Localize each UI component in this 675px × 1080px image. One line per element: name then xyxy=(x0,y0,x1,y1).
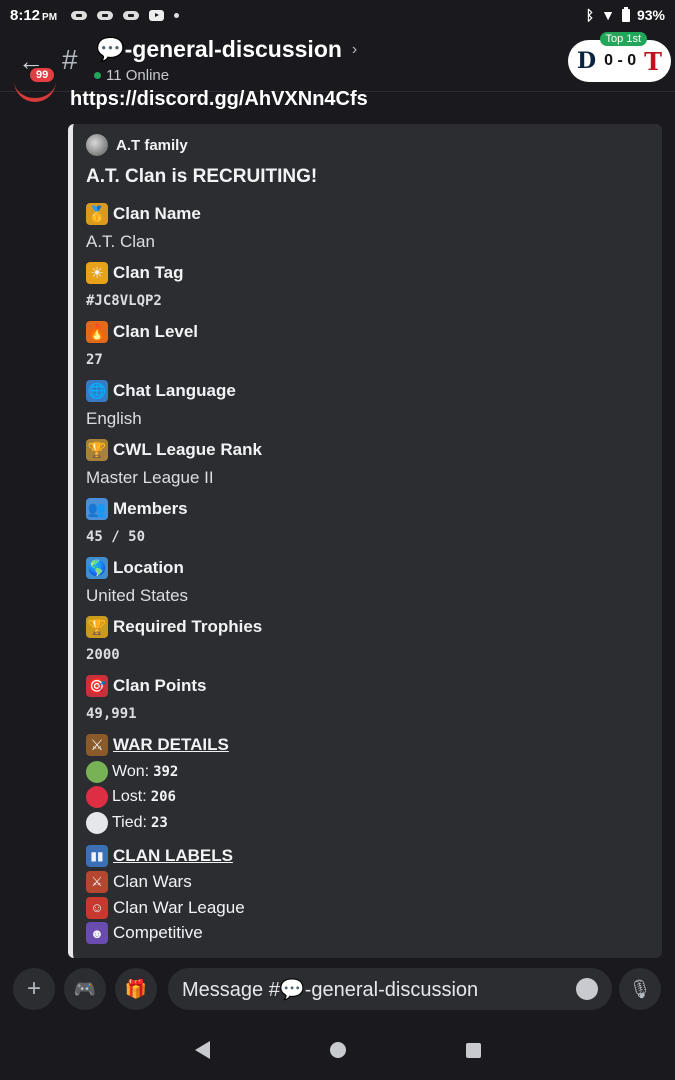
game-controller-notification-icon xyxy=(71,10,88,21)
game-controller-notification-icon xyxy=(97,10,114,21)
bluetooth-icon: ᛒ xyxy=(585,7,595,23)
activities-button[interactable]: 🎮 xyxy=(64,968,106,1010)
red-circle-icon xyxy=(86,786,108,809)
tigers-logo-icon: D xyxy=(577,48,597,74)
nav-recents-icon[interactable] xyxy=(465,1042,481,1058)
label-clan-war-league: ☺ Clan War League xyxy=(86,895,646,921)
wifi-icon: ▼ xyxy=(601,7,615,23)
avatar[interactable] xyxy=(14,74,56,102)
system-nav-bar xyxy=(0,1020,675,1080)
fire-icon: 🔥 xyxy=(86,321,108,343)
field-name-2: 🔥 Clan Level xyxy=(86,321,199,343)
game-controller-notification-icon xyxy=(123,10,140,21)
earth-icon: 🌎 xyxy=(86,557,108,579)
online-status: 11 Online xyxy=(94,67,169,84)
field-value-6: United States xyxy=(86,586,189,605)
field-name-7: 🏆 Required Trophies xyxy=(86,616,263,638)
plus-icon: + xyxy=(26,975,41,1002)
field-name-6: 🌎 Location xyxy=(86,557,184,579)
channel-hash-icon: # xyxy=(62,44,78,75)
bar-chart-icon: ▮▮ xyxy=(86,844,108,867)
nav-back-icon[interactable] xyxy=(194,1041,210,1059)
channel-title[interactable]: 💬-general-discussion › xyxy=(96,36,357,63)
league-icon: 🏆 xyxy=(86,439,108,461)
field-name-5: 👥 Members xyxy=(86,498,188,520)
field-name-8: 🎯 Clan Points xyxy=(86,675,207,697)
clan-labels-heading: ▮▮ CLAN LABELS xyxy=(86,842,646,870)
field-value-8: 49,991 xyxy=(86,706,137,722)
field-value-7: 2000 xyxy=(86,647,120,663)
recruit-embed: A.T family A.T. Clan is RECRUITING! 🥇 Cla… xyxy=(68,124,662,958)
gamepad-icon: 🎮 xyxy=(73,978,97,999)
clan-war-league-icon: ☺ xyxy=(86,896,108,919)
battery-percent: 93% xyxy=(636,7,665,23)
microphone-icon: 🎙 xyxy=(628,978,652,999)
clan-wars-icon: ⚔ xyxy=(86,871,108,894)
author-avatar xyxy=(86,134,108,156)
field-value-4: Master League II xyxy=(86,468,214,487)
field-name-3: 🌐 Chat Language xyxy=(86,380,236,402)
chevron-right-icon: › xyxy=(351,40,358,58)
voice-message-button[interactable]: 🎙 xyxy=(619,968,661,1010)
war-details-heading: ⚔ WAR DETAILS xyxy=(86,731,646,759)
field-name-1: ☀ Clan Tag xyxy=(86,259,646,287)
war-tied: Tied: 23 xyxy=(86,810,646,836)
field-value-3: English xyxy=(86,409,142,428)
score-text: 0 - 0 xyxy=(604,52,637,69)
war-won: Won: 392 xyxy=(86,759,646,785)
gift-button[interactable]: 🎁 xyxy=(115,968,157,1010)
field-value-1: #JC8VLQP2 xyxy=(86,293,162,309)
war-lost: Lost: 206 xyxy=(86,785,646,811)
label-competitive: ☻ Competitive xyxy=(86,921,646,947)
trophy-icon: 🏆 xyxy=(86,616,108,638)
emoji-picker-icon[interactable] xyxy=(576,978,598,1000)
battery-icon xyxy=(621,6,630,22)
field-value-5: 45 / 50 xyxy=(86,529,146,545)
add-attachment-button[interactable]: + xyxy=(13,968,55,1010)
green-circle-icon xyxy=(86,760,108,783)
online-dot-icon xyxy=(94,72,101,79)
message-composer: + 🎮 🎁 Message #💬-general-discussion 🎙 xyxy=(0,960,675,1020)
sun-icon: ☀ xyxy=(86,262,108,284)
channel-name: 💬-general-discussion xyxy=(96,36,342,62)
embed-author: A.T family xyxy=(86,134,646,156)
field-value-0: A.T. Clan xyxy=(86,232,155,251)
crossed-swords-icon: ⚔ xyxy=(86,734,108,756)
globe-icon: 🌐 xyxy=(86,380,108,402)
embed-title: A.T. Clan is RECRUITING! xyxy=(86,166,318,187)
nav-home-icon[interactable] xyxy=(329,1042,346,1058)
rangers-logo-icon: T xyxy=(644,46,662,76)
message-input[interactable]: Message #💬-general-discussion xyxy=(168,968,612,1010)
inning-badge: Top 1st xyxy=(599,32,647,46)
invite-link[interactable]: https://discord.gg/AhVXNn4Cfs xyxy=(70,88,368,111)
live-score-pill[interactable]: D 0 - 0 T xyxy=(568,40,671,82)
white-circle-icon xyxy=(86,811,108,834)
target-icon: 🎯 xyxy=(86,675,108,697)
competitive-icon: ☻ xyxy=(86,922,108,945)
label-clan-wars: ⚔ Clan Wars xyxy=(86,870,646,896)
gift-icon: 🎁 xyxy=(124,978,148,999)
field-value-2: 27 xyxy=(86,352,103,368)
more-notifications-icon xyxy=(174,12,180,18)
members-icon: 👥 xyxy=(86,498,108,520)
clock: 8:12 PM xyxy=(10,6,58,24)
channel-header: ← 99 # 💬-general-discussion › 11 Online … xyxy=(0,30,675,92)
medal-icon: 🥇 xyxy=(86,203,108,225)
field-name-4: 🏆 CWL League Rank xyxy=(86,439,262,461)
status-bar: 8:12 PM ᛒ ▼ 93% xyxy=(0,0,675,30)
embed-fields: 🥇 Clan Name A.T. Clan ☀ Clan Tag #JC8VLQP2 🔥 Cl… xyxy=(86,200,646,731)
field-name-0: 🥇 Clan Name xyxy=(86,203,201,225)
youtube-notification-icon xyxy=(149,9,165,21)
